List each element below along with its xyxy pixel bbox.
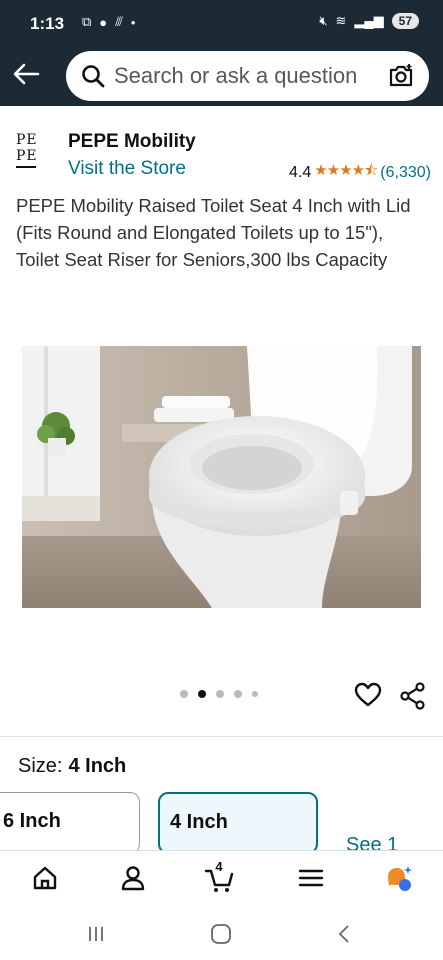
signal-notification-icon: ⫻ xyxy=(115,14,123,29)
brand-logo-bar xyxy=(16,166,36,168)
product-image[interactable] xyxy=(22,346,421,608)
size-option-6-inch[interactable]: 6 Inch xyxy=(0,792,140,854)
status-time: 1:13 xyxy=(30,14,65,33)
system-nav-bar xyxy=(0,906,443,960)
size-option-4-inch[interactable]: 4 Inch xyxy=(158,792,318,854)
size-label: Size: xyxy=(18,755,63,777)
nav-home[interactable] xyxy=(30,863,60,893)
menu-icon xyxy=(298,869,324,887)
wifi-icon: ≋ xyxy=(335,13,347,28)
app-notification-icon: ● xyxy=(99,14,108,30)
back-button[interactable] xyxy=(10,60,42,88)
brand-logo[interactable]: PE PE xyxy=(16,132,56,176)
nav-menu[interactable] xyxy=(296,863,326,893)
rating-value: 4.4 xyxy=(289,163,312,181)
screenshot-icon: ⧉ xyxy=(82,14,92,29)
status-system-icons: 🔇︎ ≋ ▂▄▆ 57 xyxy=(319,13,419,29)
carousel-dot-active[interactable] xyxy=(198,690,206,698)
search-input[interactable]: Search or ask a question xyxy=(66,51,429,101)
rating-summary[interactable]: 4.4 ★★★★⯪ (6,330) xyxy=(289,160,431,185)
dot-icon: • xyxy=(130,14,136,30)
top-bar: 1:13 ⧉ ● ⫻ • 🔇︎ ≋ ▂▄▆ 57 Search or ask a… xyxy=(0,0,443,106)
brand-logo-line1: PE xyxy=(16,132,38,148)
carousel-dot[interactable] xyxy=(234,690,242,698)
share-icon[interactable] xyxy=(400,682,426,710)
rufus-ai-icon xyxy=(388,866,412,891)
nav-rufus[interactable] xyxy=(384,863,414,893)
brand-logo-line2: PE xyxy=(16,148,38,164)
bottom-nav: 4 xyxy=(0,850,443,906)
status-bar: 1:13 ⧉ ● ⫻ • 🔇︎ ≋ ▂▄▆ 57 xyxy=(0,0,443,48)
search-placeholder: Search or ask a question xyxy=(114,63,358,88)
carousel-dot[interactable] xyxy=(252,691,258,697)
cell-signal-icon: ▂▄▆ xyxy=(354,13,384,28)
battery-badge: 57 xyxy=(391,13,419,29)
nav-account[interactable] xyxy=(118,863,148,893)
account-icon xyxy=(121,866,145,891)
size-option-label: 6 Inch xyxy=(3,810,61,832)
brand-name: PEPE Mobility xyxy=(68,131,196,152)
camera-search-icon[interactable] xyxy=(387,62,415,90)
home-button-icon[interactable] xyxy=(210,924,232,944)
carousel-dot[interactable] xyxy=(216,690,224,698)
system-back-icon[interactable] xyxy=(336,924,352,944)
recent-apps-icon[interactable] xyxy=(86,924,106,944)
carousel-dot[interactable] xyxy=(180,690,188,698)
search-header: Search or ask a question xyxy=(0,48,443,104)
brand-row: PE PE PEPE Mobility Visit the Store 4.4 … xyxy=(16,130,431,182)
home-icon xyxy=(33,866,57,890)
visit-store-link[interactable]: Visit the Store xyxy=(68,158,186,180)
size-label-row: Size: 4 Inch xyxy=(18,755,126,778)
size-option-label: 4 Inch xyxy=(170,811,228,833)
mute-icon: 🔇︎ xyxy=(319,13,328,28)
rating-stars-icon: ★★★★⯪ xyxy=(314,162,378,179)
heart-icon[interactable] xyxy=(354,682,382,708)
product-title: PEPE Mobility Raised Toilet Seat 4 Inch … xyxy=(16,195,411,270)
size-selected-value: 4 Inch xyxy=(68,755,127,777)
status-notification-icons: ⧉ ● ⫻ • xyxy=(82,14,135,30)
rating-count[interactable]: (6,330) xyxy=(380,164,431,182)
toilet-seat-photo xyxy=(22,346,421,608)
carousel-dots xyxy=(180,690,258,698)
nav-cart[interactable]: 4 xyxy=(204,859,234,893)
back-arrow-icon xyxy=(13,63,40,85)
cart-count-badge: 4 xyxy=(215,859,223,874)
section-divider xyxy=(0,736,443,737)
search-icon xyxy=(82,65,105,88)
